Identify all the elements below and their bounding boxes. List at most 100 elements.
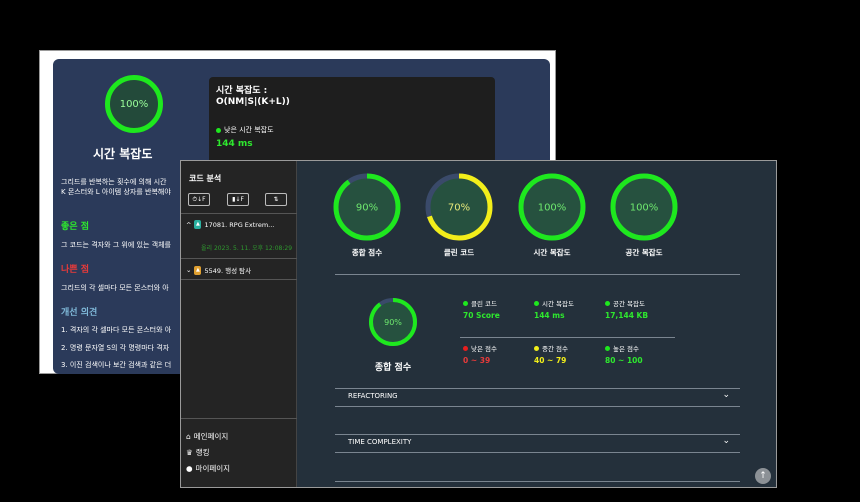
ring-time: 100% 시간 복잡도 [512, 171, 592, 258]
good-text: 그 코드는 격자와 그 위에 있는 객체를 [61, 241, 171, 249]
ring-value: 100% [538, 203, 567, 214]
red-dot-icon [463, 345, 468, 351]
score-ring: 100% [518, 173, 586, 241]
chevron-down-icon: ⌄ [722, 390, 730, 400]
divider [181, 418, 297, 419]
green-dot-icon [605, 300, 610, 306]
divider [181, 279, 297, 280]
good-title: 좋은 점 [61, 222, 89, 232]
nav-my[interactable]: ● 마이페이지 [186, 463, 230, 474]
metric-time-value: 144 ms [534, 311, 565, 320]
metric-space-label: 공간 복잡도 [605, 298, 645, 308]
divider [335, 274, 740, 275]
accordion-time-complexity[interactable]: TIME COMPLEXITY ⌄ [335, 435, 740, 453]
legend-label: 낮은 시간 복잡도 [224, 126, 274, 134]
divider [335, 481, 740, 482]
improve-item: 3. 이진 검색이나 보간 검색과 같은 더 [61, 361, 172, 369]
list-item-5549[interactable]: ⌄ ▲ 5549. 행성 탐사 [186, 265, 251, 275]
panel-value: 144 ms [216, 139, 253, 149]
panel-title: 시간 복잡도 : [216, 86, 268, 96]
legend-label: 높은 점수 [613, 345, 639, 353]
summary-ring: 90% [369, 298, 417, 346]
ring-label: 공간 복잡도 [625, 248, 663, 257]
ring-label: 시간 복잡도 [533, 248, 571, 257]
metric-clean-label: 클린 코드 [463, 298, 497, 308]
ring-value: 100% [119, 98, 149, 110]
summary-score: 90% 종합 점수 [365, 294, 421, 373]
trophy-icon: ♛ [186, 448, 193, 457]
panel-legend: 낮은 시간 복잡도 [216, 125, 274, 135]
metric-space-value: 17,144 KB [605, 311, 649, 320]
list-item-label: 5549. 행성 탐사 [204, 267, 252, 275]
chevron-up-icon: ^ [186, 220, 192, 229]
accordion-label: TIME COMPLEXITY [348, 438, 412, 446]
desc-line: 그리드를 반복하는 횟수에 의해 시간 [61, 178, 167, 186]
complexity-panel: 시간 복잡도 : O(NM|S|(K+L)) 낮은 시간 복잡도 144 ms [209, 77, 495, 169]
improve-title: 개선 의견 [61, 308, 98, 318]
score-ring: 100% [610, 173, 678, 241]
ring-label: 종합 점수 [351, 248, 383, 257]
metric-clean-value: 70 Score [463, 311, 500, 320]
divider [181, 213, 297, 214]
ring-label: 클린 코드 [443, 248, 475, 257]
ring-value: 90% [356, 203, 378, 214]
main-content: 90% 종합 점수 70% 클린 코드 100% 시간 복잡도 100% 공간 복잡도 … [297, 161, 776, 487]
sidebar: 코드 분석 ⏱↓F ▮↓F ⇅ ^ ▲ 17081. RPG Extrem...… [181, 161, 297, 487]
nav-rank[interactable]: ♛ 랭킹 [186, 447, 210, 458]
item-date[interactable]: 올리 2023. 5. 11. 오후 12:08:29 [201, 243, 292, 252]
improve-item: 2. 명령 문자열 S의 각 명령마다 격자 [61, 344, 170, 352]
legend-mid-label: 중간 점수 [534, 343, 568, 353]
score-ring: 90% [333, 173, 401, 241]
nav-label: 마이페이지 [195, 464, 231, 473]
accordion-refactoring[interactable]: REFACTORING ⌄ [335, 389, 740, 407]
tier-badge-icon: ▲ [194, 265, 202, 275]
sidebar-title: 코드 분석 [189, 174, 222, 183]
metric-label: 시간 복잡도 [542, 300, 574, 308]
nav-label: 메인페이지 [193, 432, 229, 441]
bad-text: 그리드의 각 셀마다 모든 몬스터와 아 [61, 284, 169, 292]
ring-clean: 70% 클린 코드 [419, 171, 499, 258]
ring-space: 100% 공간 복잡도 [604, 171, 684, 258]
legend-mid-value: 40 ~ 79 [534, 356, 567, 365]
legend-label: 낮은 점수 [471, 345, 497, 353]
panel-formula: O(NM|S|(K+L)) [216, 97, 290, 107]
front-window: 코드 분석 ⏱↓F ▮↓F ⇅ ^ ▲ 17081. RPG Extrem...… [180, 160, 777, 488]
divider [460, 337, 675, 338]
green-dot-icon [534, 300, 539, 306]
metric-label: 클린 코드 [471, 300, 497, 308]
ring-value: 100% [630, 203, 659, 214]
improve-item: 1. 격자의 각 셀마다 모든 몬스터와 아 [61, 326, 172, 334]
chevron-down-icon: ⌄ [186, 266, 192, 274]
legend-label: 중간 점수 [542, 345, 568, 353]
metric-time-label: 시간 복잡도 [534, 298, 574, 308]
yellow-dot-icon [534, 345, 539, 351]
ring-value: 70% [448, 203, 470, 214]
home-icon: ⌂ [186, 432, 191, 441]
bad-title: 나쁜 점 [61, 265, 89, 275]
scroll-top-button[interactable]: ↑ [755, 468, 771, 484]
score-ring: 70% [425, 173, 493, 241]
time-complexity-ring: 100% [105, 75, 163, 133]
legend-low-label: 낮은 점수 [463, 343, 497, 353]
ring-total: 90% 종합 점수 [327, 171, 407, 258]
legend-low-value: 0 ~ 39 [463, 356, 491, 365]
legend-high-value: 80 ~ 100 [605, 356, 643, 365]
tier-badge-icon: ▲ [194, 220, 202, 229]
legend-high-label: 높은 점수 [605, 343, 639, 353]
list-item-17081[interactable]: ^ ▲ 17081. RPG Extrem... [186, 220, 274, 229]
green-dot-icon [463, 300, 468, 306]
divider [181, 258, 297, 259]
metric-label: 공간 복잡도 [613, 300, 645, 308]
nav-main[interactable]: ⌂ 메인페이지 [186, 431, 228, 442]
ring-value: 90% [384, 318, 402, 327]
desc-line: K 몬스터와 L 아이템 상자를 반복해야 [61, 188, 171, 196]
sort-memory-button[interactable]: ▮↓F [227, 193, 249, 206]
chevron-down-icon: ⌄ [722, 436, 730, 446]
sort-time-button[interactable]: ⏱↓F [188, 193, 210, 206]
green-dot-icon [216, 127, 221, 133]
green-dot-icon [605, 345, 610, 351]
ring-title: 시간 복잡도 [93, 147, 153, 161]
sort-order-button[interactable]: ⇅ [265, 193, 287, 206]
nav-label: 랭킹 [195, 448, 210, 457]
list-item-label: 17081. RPG Extrem... [204, 220, 275, 229]
